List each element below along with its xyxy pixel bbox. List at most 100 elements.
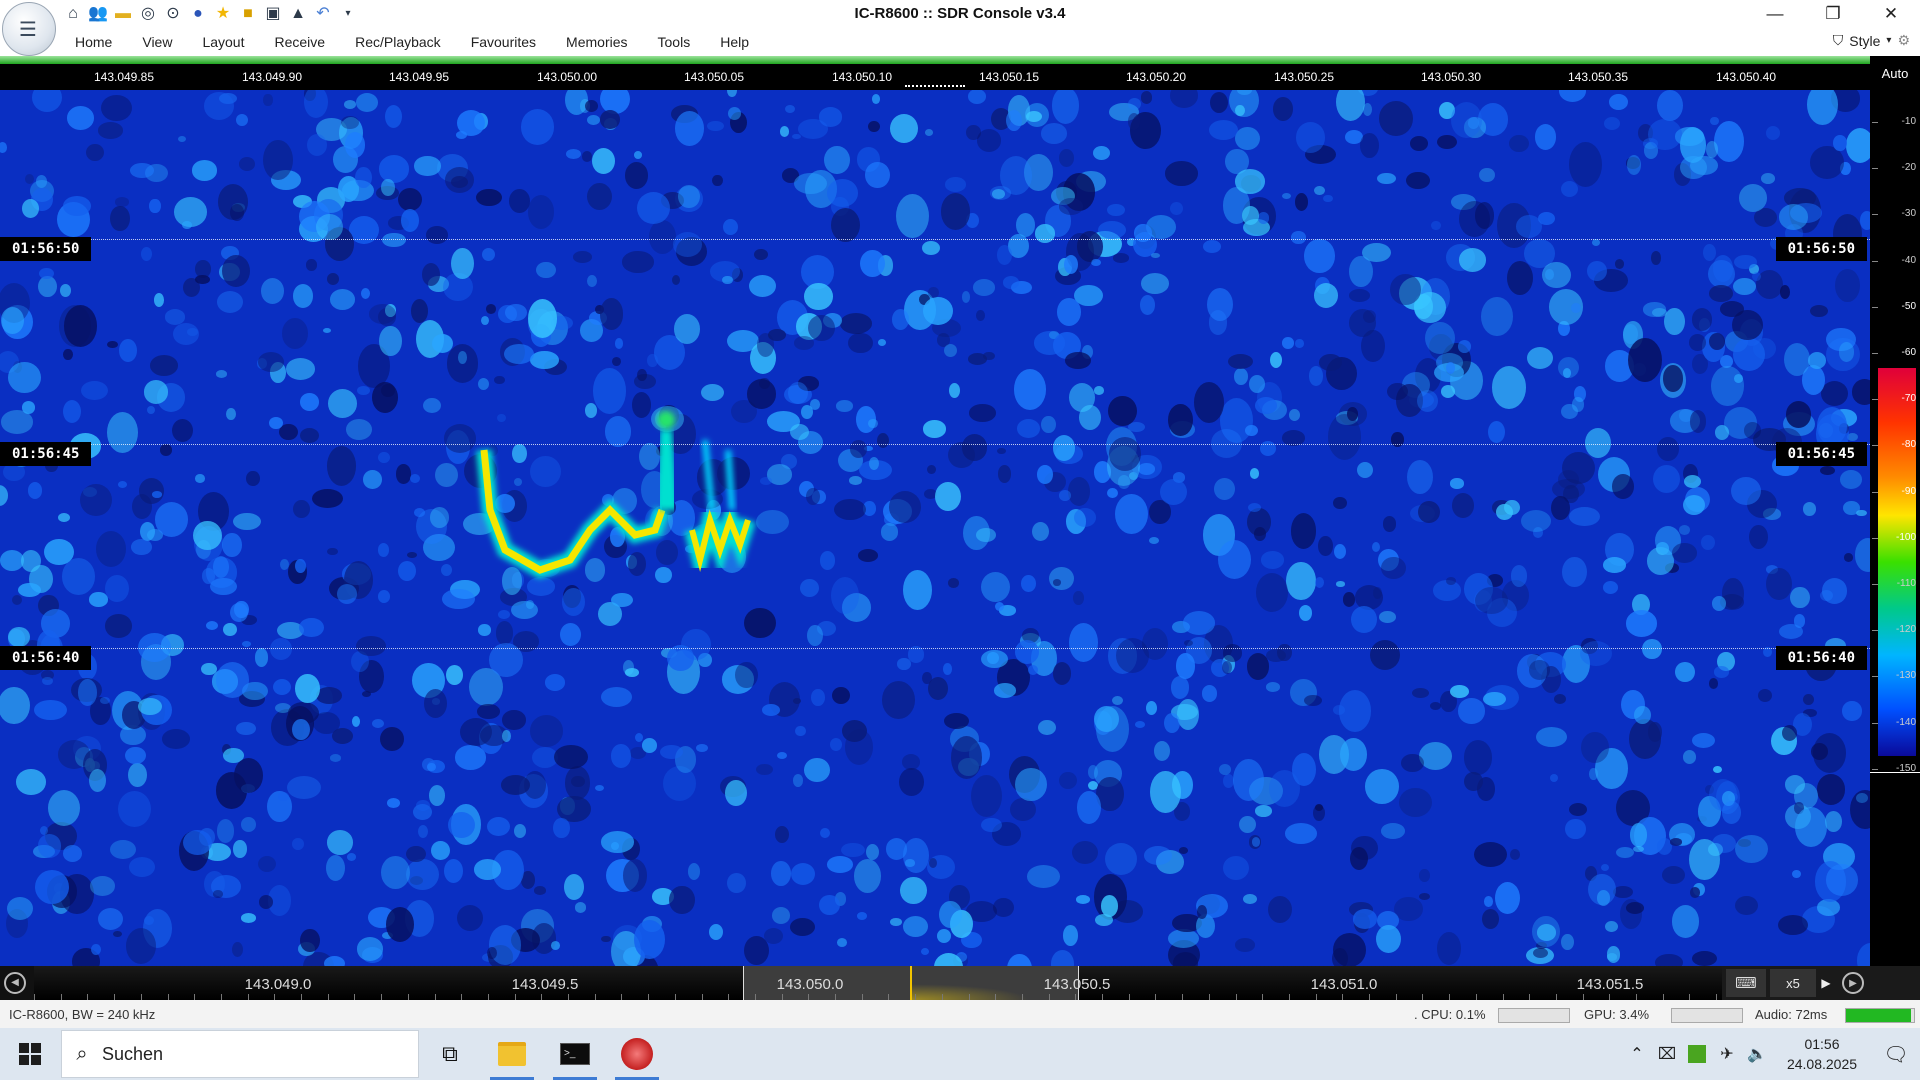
freq-top-label: 143.050.15	[978, 70, 1040, 84]
chevron-down-icon: ▾	[1886, 35, 1892, 46]
clock-time: 01:56	[1804, 1036, 1840, 1052]
db-tick-label: -20	[1872, 162, 1920, 173]
chevron-up-icon[interactable]: ⌃	[1622, 1044, 1652, 1064]
gpu-usage: GPU: 3.4%	[1584, 1007, 1650, 1022]
clock[interactable]: 01:56 24.08.2025	[1772, 1034, 1872, 1074]
window-title: IC-R8600 :: SDR Console v3.4	[854, 5, 1066, 22]
app-menu-icon: ☰	[19, 19, 37, 41]
db-tick-label: -130	[1872, 670, 1920, 681]
tuning-marker	[905, 85, 965, 87]
menu-layout[interactable]: Layout	[187, 34, 259, 50]
keyboard-icon[interactable]: ⌨	[1726, 969, 1766, 997]
notification-icon[interactable]: 🗨	[1872, 1042, 1920, 1067]
scroll-left-button[interactable]: ◀	[4, 972, 26, 994]
gpu-bar	[1671, 1008, 1743, 1023]
signal-glow	[910, 984, 1030, 1000]
freq-bottom-label: 143.049.5	[511, 976, 579, 993]
freq-bottom-label: 143.051.5	[1576, 976, 1644, 993]
frequency-scale-bottom: ◀ 143.049.0 143.049.5 143.050.0 143.050.…	[0, 966, 1920, 1000]
gear-icon[interactable]: ⚙	[1897, 32, 1910, 49]
floor-marker-line[interactable]	[1870, 772, 1920, 773]
system-tray: ⌃ ⌧ ✈ 🔈 01:56 24.08.2025 🗨	[1622, 1028, 1920, 1080]
app-menu-button[interactable]: ☰	[2, 2, 56, 56]
zoom-selector[interactable]: x5	[1770, 969, 1816, 997]
network-adapter-icon[interactable]: ⌧	[1652, 1044, 1682, 1064]
clock-date: 24.08.2025	[1786, 1056, 1858, 1072]
sdr-console-icon	[621, 1038, 653, 1070]
volume-icon[interactable]: 🔈	[1742, 1044, 1772, 1064]
freq-top-label: 143.050.30	[1420, 70, 1482, 84]
style-icon: ⛉	[1832, 32, 1844, 48]
airplane-icon[interactable]: ✈	[1712, 1044, 1742, 1064]
freq-top-label: 143.050.35	[1567, 70, 1629, 84]
search-box[interactable]: ⌕ Suchen	[61, 1030, 419, 1078]
restore-button[interactable]: ❐	[1804, 0, 1862, 28]
scale-controls: ⌨ x5 ▶ ▶	[1722, 966, 1920, 1000]
nvidia-icon[interactable]	[1688, 1045, 1706, 1063]
menu-tools[interactable]: Tools	[643, 34, 706, 50]
time-gridline	[0, 239, 1870, 240]
cpu-usage: . CPU: 0.1%	[1414, 1007, 1486, 1022]
signal-level-strip	[0, 56, 1870, 64]
signal-trace	[330, 411, 860, 592]
frequency-scale-top[interactable]: 143.049.85 143.049.90 143.049.95 143.050…	[0, 64, 1870, 90]
menu-favourites[interactable]: Favourites	[456, 34, 551, 50]
time-label-right: 01:56:45	[1775, 442, 1867, 466]
taskbar-terminal[interactable]: >_	[547, 1028, 603, 1080]
freq-top-label: 143.050.25	[1273, 70, 1335, 84]
status-bar: IC-R8600, BW = 240 kHz . CPU: 0.1% GPU: …	[0, 1000, 1920, 1028]
time-label-left: 01:56:45	[0, 442, 92, 466]
scroll-right-button[interactable]: ▶	[1842, 972, 1864, 994]
task-view-button[interactable]: ⧉	[422, 1028, 478, 1080]
menu-receive[interactable]: Receive	[260, 34, 341, 50]
freq-bottom-label: 143.051.0	[1310, 976, 1378, 993]
db-tick-label: -40	[1872, 255, 1920, 266]
zoom-next-icon[interactable]: ▶	[1816, 969, 1836, 997]
windows-icon	[19, 1043, 41, 1065]
menu-memories[interactable]: Memories	[551, 34, 642, 50]
db-tick-label: -70	[1872, 393, 1920, 404]
db-tick-label: -90	[1872, 486, 1920, 497]
device-status: IC-R8600, BW = 240 kHz	[9, 1007, 156, 1022]
freq-top-label: 143.049.95	[388, 70, 450, 84]
freq-bottom-label: 143.050.5	[1043, 976, 1111, 993]
freq-top-label: 143.050.00	[536, 70, 598, 84]
cpu-bar	[1498, 1008, 1570, 1023]
freq-bottom-label: 143.049.0	[244, 976, 312, 993]
db-tick-label: -100	[1872, 532, 1920, 543]
taskbar-sdr-console[interactable]	[609, 1028, 665, 1080]
db-tick-label: -50	[1872, 301, 1920, 312]
db-tick-label: -110	[1872, 578, 1920, 589]
title-bar: ⌂ 👥 ▬ ◎ ⊙ ● ★ ■ ▣ ▲ ↶ ▾ IC-R8600 :: SDR …	[0, 0, 1920, 28]
menu-help[interactable]: Help	[705, 34, 764, 50]
freq-top-label: 143.050.10	[831, 70, 893, 84]
tuned-frequency-marker	[910, 966, 912, 1000]
db-tick-label: -140	[1872, 717, 1920, 728]
menu-view[interactable]: View	[127, 34, 187, 50]
search-icon: ⌕	[76, 1042, 88, 1065]
freq-top-label: 143.050.05	[683, 70, 745, 84]
db-tick-labels: -10 -20 -30 -40 -50 -60 -70 -80 -90 -100 -110 -120 -…	[1870, 56, 1920, 966]
freq-bottom-label: 143.050.0	[776, 976, 844, 993]
menu-bar: Home View Layout Receive Rec/Playback Fa…	[0, 28, 1920, 56]
waterfall-display[interactable]: 01:56:50 01:56:50 01:56:45 01:56:45 01:5…	[0, 90, 1870, 966]
menu-home[interactable]: Home	[60, 34, 127, 50]
db-tick-label: -30	[1872, 208, 1920, 219]
menu-rec-playback[interactable]: Rec/Playback	[340, 34, 456, 50]
time-label-right: 01:56:40	[1775, 646, 1867, 670]
db-tick-label: -120	[1872, 624, 1920, 635]
start-button[interactable]	[0, 1028, 60, 1080]
taskbar-file-explorer[interactable]	[484, 1028, 540, 1080]
freq-top-label: 143.050.40	[1715, 70, 1777, 84]
db-tick-label: -60	[1872, 347, 1920, 358]
task-view-icon: ⧉	[442, 1041, 458, 1066]
freq-top-label: 143.049.85	[93, 70, 155, 84]
time-gridline	[0, 648, 1870, 649]
audio-level-fill	[1846, 1009, 1911, 1022]
minimize-button[interactable]: —	[1746, 0, 1804, 28]
db-scale[interactable]: Auto -10 -20 -30 -40 -50 -60 -70 -80 -90 -100 -110…	[1870, 56, 1920, 966]
wide-frequency-scale[interactable]: 143.049.0 143.049.5 143.050.0 143.050.5 …	[34, 966, 1722, 1000]
close-button[interactable]: ✕	[1862, 0, 1920, 28]
style-selector[interactable]: ⛉ Style ▾ ⚙	[1833, 32, 1910, 49]
time-label-right: 01:56:50	[1775, 237, 1867, 261]
